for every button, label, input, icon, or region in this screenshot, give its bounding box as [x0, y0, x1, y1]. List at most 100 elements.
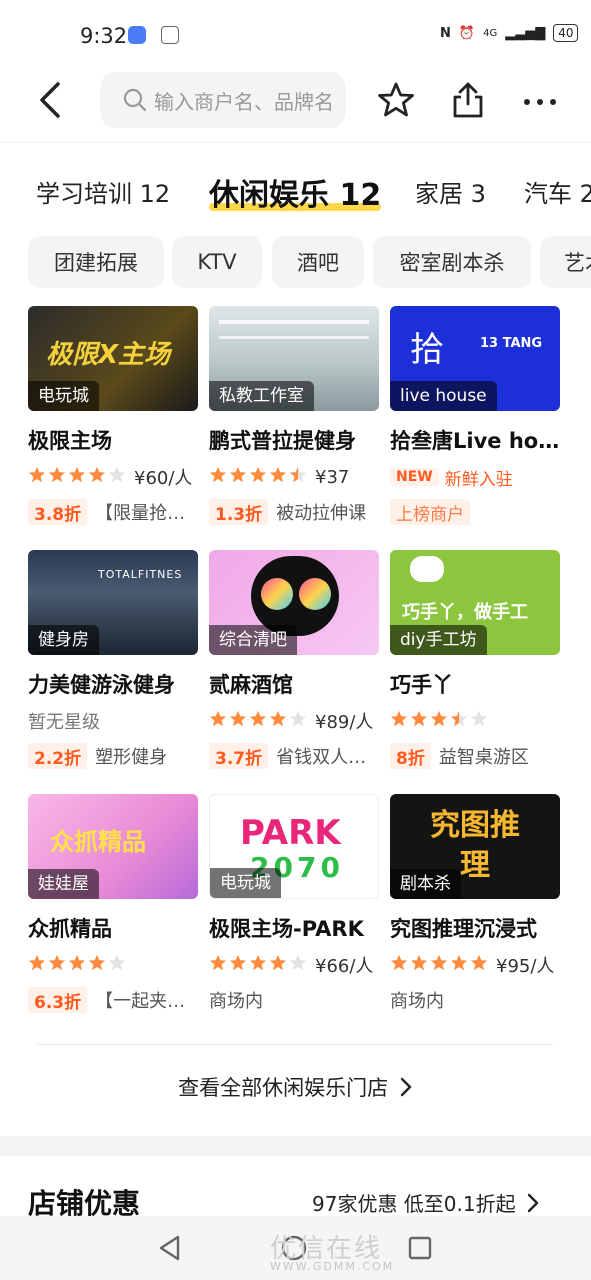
alarm-icon: ⏰ — [458, 25, 476, 41]
new-text: 新鲜入驻 — [444, 469, 513, 490]
merchant-card[interactable]: PARK 2070 电玩城 极限主场-PARK ¥66/人 商场内 — [209, 794, 379, 1013]
subcategory-chips: 团建拓展 KTV 酒吧 密室剧本杀 艺术 — [0, 236, 591, 290]
category-tag: 健身房 — [28, 625, 99, 655]
promo-line: 3.7折 省钱双人套餐 — [209, 743, 379, 769]
thumbnail-elephant — [410, 556, 444, 582]
more-button[interactable] — [518, 78, 562, 122]
merchant-card[interactable]: 极限X主场 电玩城 极限主场 ¥60/人 3.8折 【限量抢购】 — [28, 306, 198, 525]
back-button[interactable] — [28, 76, 76, 124]
merchant-name: 贰麻酒馆 — [209, 673, 293, 697]
merchant-card[interactable]: TOTALFITNES 健身房 力美健游泳健身 暂无星级 2.2折 塑形健身 — [28, 550, 198, 769]
star-outline-icon — [378, 82, 414, 117]
thumbnail-mascot-eyes — [299, 578, 331, 610]
merchant-card[interactable]: 私教工作室 鹏式普拉提健身 ¥37 1.3折 被动拉伸课 — [209, 306, 379, 525]
thumbnail-lights — [219, 320, 369, 324]
category-tabs: 学习培训 12 休闲娱乐 12 家居 3 汽车 2 — [0, 168, 591, 220]
search-placeholder: 输入商户名、品牌名 — [154, 89, 334, 114]
new-badge: NEW — [390, 468, 439, 486]
avg-price: ¥60/人 — [134, 468, 193, 489]
promo-line: 6.3折 【一起夹娃娃】 — [28, 987, 198, 1013]
thumbnail-mascot-eyes — [261, 578, 293, 610]
merchant-card[interactable]: 众抓精品 娃娃屋 众抓精品 6.3折 【一起夹娃娃】 — [28, 794, 198, 1013]
search-input[interactable]: 输入商户名、品牌名 — [100, 72, 346, 128]
rating-line: ¥37 — [209, 465, 379, 489]
more-icon — [524, 99, 556, 105]
merchant-card[interactable]: 13 TANG 拾 live house 拾叁唐Live house NEW 新… — [390, 306, 560, 525]
merchant-name: 巧手丫 — [390, 673, 453, 697]
favorite-button[interactable] — [374, 78, 418, 122]
tab-home[interactable]: 家居 3 — [415, 174, 486, 209]
merchant-name: 极限主场 — [28, 429, 112, 453]
chip-team-building[interactable]: 团建拓展 — [28, 236, 164, 288]
thumbnail-logo-text: 众抓精品 — [50, 828, 146, 856]
new-line: NEW 新鲜入驻 — [390, 465, 560, 489]
merchant-thumbnail: 众抓精品 娃娃屋 — [28, 794, 198, 899]
star-rating — [28, 466, 128, 489]
tab-car[interactable]: 汽车 2 — [524, 174, 591, 209]
discount-badge: 2.2折 — [28, 743, 88, 769]
header-divider — [0, 142, 591, 143]
merchant-thumbnail: 综合清吧 — [209, 550, 379, 655]
promo-text: 省钱双人套餐 — [276, 747, 379, 768]
deals-summary: 97家优惠 低至0.1折起 — [312, 1192, 516, 1216]
merchant-name: 拾叁唐Live house — [390, 429, 560, 453]
merchant-thumbnail: TOTALFITNES 健身房 — [28, 550, 198, 655]
merchant-name: 极限主场-PARK — [209, 917, 364, 941]
chip-art[interactable]: 艺术 — [540, 236, 591, 288]
merchant-thumbnail: 巧手丫，做手工 diy手工坊 — [390, 550, 560, 655]
discount-badge: 8折 — [390, 743, 431, 769]
star-rating — [28, 954, 128, 977]
share-icon — [453, 82, 483, 118]
promo-text: 被动拉伸课 — [276, 503, 367, 524]
chevron-left-icon — [40, 82, 60, 118]
merchant-card[interactable]: 究图推理 剧本杀 究图推理沉浸式 ¥95/人 商场内 — [390, 794, 560, 1013]
category-tag: 电玩城 — [210, 868, 281, 898]
tab-leisure[interactable]: 休闲娱乐 12 — [209, 170, 382, 214]
app-notification-icons — [128, 26, 180, 48]
promo-text: 益智桌游区 — [438, 747, 529, 768]
merchant-card[interactable]: 综合清吧 贰麻酒馆 ¥89/人 3.7折 省钱双人套餐 — [209, 550, 379, 769]
category-tag: live house — [390, 381, 497, 411]
nav-recents-icon[interactable] — [406, 1234, 434, 1262]
share-button[interactable] — [446, 78, 490, 122]
star-rating — [209, 466, 309, 489]
avg-price: ¥95/人 — [496, 956, 555, 977]
location-line: 商场内 — [390, 987, 560, 1013]
category-tag: diy手工坊 — [390, 625, 487, 655]
rating-line — [390, 709, 560, 733]
merchant-name: 鹏式普拉提健身 — [209, 429, 356, 453]
location-line: 商场内 — [209, 987, 379, 1013]
tab-study[interactable]: 学习培训 12 — [36, 174, 170, 209]
star-rating — [209, 710, 309, 733]
nav-back-icon[interactable] — [156, 1234, 184, 1262]
rating-line: ¥95/人 — [390, 953, 560, 977]
merchant-name: 究图推理沉浸式 — [390, 917, 537, 941]
chip-ktv[interactable]: KTV — [172, 236, 262, 288]
signal-icon: ▂▃▅▇ — [505, 25, 546, 41]
watermark-url: WWW.GDMM.COM — [270, 1260, 395, 1273]
thumbnail-logo-text: 巧手丫，做手工 — [402, 602, 528, 623]
section-separator — [0, 1136, 591, 1156]
no-rating-text: 暂无星级 — [28, 712, 100, 733]
chip-bar[interactable]: 酒吧 — [272, 236, 364, 288]
ranked-badge: 上榜商户 — [390, 499, 470, 525]
thumbnail-logo-text: PARK — [240, 813, 341, 853]
chip-escape-room[interactable]: 密室剧本杀 — [373, 236, 531, 288]
view-all-link[interactable]: 查看全部休闲娱乐门店 — [0, 1072, 591, 1102]
promo-text: 【限量抢购】 — [95, 503, 198, 524]
merchant-card[interactable]: 巧手丫，做手工 diy手工坊 巧手丫 8折 益智桌游区 — [390, 550, 560, 769]
star-rating — [390, 954, 490, 977]
battery-icon: 40 — [553, 24, 579, 42]
status-time: 9:32 — [80, 24, 128, 48]
deals-summary-link[interactable]: 97家优惠 低至0.1折起 — [312, 1188, 540, 1217]
merchant-thumbnail: 究图推理 剧本杀 — [390, 794, 560, 899]
rating-line: ¥89/人 — [209, 709, 379, 733]
merchant-thumbnail: PARK 2070 电玩城 — [209, 794, 379, 899]
discount-badge: 3.8折 — [28, 499, 88, 525]
signal-label: 4G — [483, 27, 498, 39]
merchant-thumbnail: 私教工作室 — [209, 306, 379, 411]
status-icons: N ⏰ 4G ▂▃▅▇ 40 — [440, 24, 579, 42]
thumbnail-calligraphy: 拾 — [410, 330, 444, 370]
avg-price: ¥66/人 — [315, 956, 374, 977]
category-tag: 电玩城 — [28, 381, 99, 411]
